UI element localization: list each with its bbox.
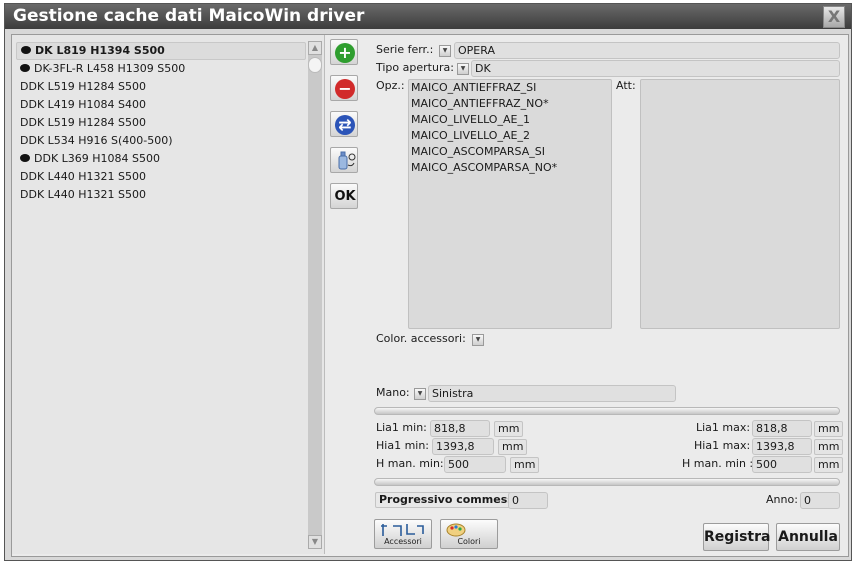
hman-max-unit: mm <box>814 457 844 473</box>
lia1-min-field[interactable]: 818,8 <box>430 420 490 437</box>
serie-label: Serie ferr.: <box>376 43 434 56</box>
att-label: Att: <box>616 79 636 92</box>
option-item[interactable]: MAICO_LIVELLO_AE_1 <box>409 112 611 128</box>
bullet-icon <box>20 154 30 162</box>
dialog-window: Gestione cache dati MaicoWin driver X DK… <box>4 3 852 561</box>
anno-label: Anno: <box>766 493 798 506</box>
registra-button[interactable]: Registra <box>703 523 770 551</box>
option-item[interactable]: MAICO_ANTIEFFRAZ_SI <box>409 80 611 96</box>
hia1-min-field[interactable]: 1393,8 <box>432 438 494 455</box>
option-item[interactable]: MAICO_ASCOMPARSA_SI <box>409 144 611 160</box>
list-item-label: DDK L534 H916 S(400-500) <box>20 134 173 147</box>
lia1-min-label: Lia1 min: <box>376 421 427 434</box>
list-item[interactable]: DDK L440 H1321 S500 <box>16 186 306 204</box>
options-items: MAICO_ANTIEFFRAZ_SI MAICO_ANTIEFFRAZ_NO* M… <box>409 80 611 176</box>
mano-dropdown-icon[interactable]: ▼ <box>414 388 426 400</box>
tipo-dropdown-icon[interactable]: ▼ <box>457 63 469 75</box>
hman-min-label: H man. min: <box>376 457 444 470</box>
list-item-label: DDK L440 H1321 S500 <box>20 170 147 183</box>
list-item-label: DDK L440 H1321 S500 <box>20 188 147 201</box>
dialog-body: DK L819 H1394 S500 DK-3FL-R L458 H1309 S5… <box>11 34 849 557</box>
hia1-min-unit: mm <box>498 439 528 455</box>
list-scrollbar[interactable]: ▲ ▼ <box>308 41 322 549</box>
separator-1 <box>374 407 840 415</box>
anno-field[interactable]: 0 <box>800 492 840 509</box>
serie-field[interactable]: OPERA <box>454 42 840 59</box>
lia1-min-unit: mm <box>494 421 524 437</box>
annulla-button[interactable]: Annulla <box>776 523 840 551</box>
mano-label: Mano: <box>376 386 410 399</box>
color-accessori-label: Color. accessori: <box>376 332 466 345</box>
list-item-label: DDK L369 H1084 S500 <box>34 152 161 165</box>
hman-max-field[interactable]: 500 <box>752 456 812 473</box>
bullet-icon <box>21 46 31 54</box>
scroll-thumb[interactable] <box>308 57 322 73</box>
hia1-max-field[interactable]: 1393,8 <box>752 438 812 455</box>
accessori-button[interactable]: Accessori <box>374 519 432 549</box>
option-item[interactable]: MAICO_LIVELLO_AE_2 <box>409 128 611 144</box>
serie-dropdown-icon[interactable]: ▼ <box>439 45 451 57</box>
cache-list-panel: DK L819 H1394 S500 DK-3FL-R L458 H1309 S5… <box>12 35 325 554</box>
window-title: Gestione cache dati MaicoWin driver <box>13 6 365 26</box>
plus-icon: + <box>335 43 355 63</box>
list-item[interactable]: DDK L419 H1084 S400 <box>16 96 306 114</box>
cache-list: DK L819 H1394 S500 DK-3FL-R L458 H1309 S5… <box>16 42 306 204</box>
list-item-label: DDK L419 H1084 S400 <box>20 98 147 111</box>
palette-icon <box>446 523 466 537</box>
accessori-label: Accessori <box>384 537 422 546</box>
list-item[interactable]: DDK L369 H1084 S500 <box>16 150 306 168</box>
scroll-up-arrow-icon[interactable]: ▲ <box>308 41 322 55</box>
hia1-max-label: Hia1 max: <box>694 439 751 452</box>
bottle-reset-icon <box>338 151 356 170</box>
color-accessori-dropdown-icon[interactable]: ▼ <box>472 334 484 346</box>
list-item[interactable]: DK-3FL-R L458 H1309 S500 <box>16 60 306 78</box>
list-item-label: DDK L519 H1284 S500 <box>20 80 147 93</box>
title-bar: Gestione cache dati MaicoWin driver X <box>5 4 851 29</box>
att-list[interactable] <box>640 79 840 329</box>
list-item[interactable]: DDK L519 H1284 S500 <box>16 78 306 96</box>
hia1-min-label: Hia1 min: <box>376 439 430 452</box>
scroll-down-arrow-icon[interactable]: ▼ <box>308 535 322 549</box>
colori-label: Colori <box>457 537 481 546</box>
tipo-apertura-label: Tipo apertura: <box>376 61 454 74</box>
hia1-max-unit: mm <box>814 439 844 455</box>
detail-panel: Serie ferr.: ▼ OPERA Tipo apertura: ▼ DK… <box>368 35 846 554</box>
hman-min-field[interactable]: 500 <box>444 456 506 473</box>
option-item[interactable]: MAICO_ANTIEFFRAZ_NO* <box>409 96 611 112</box>
swap-icon: ⇄ <box>335 115 355 135</box>
opz-label: Opz.: <box>376 79 405 92</box>
list-item[interactable]: DDK L519 H1284 S500 <box>16 114 306 132</box>
list-item-label: DK L819 H1394 S500 <box>35 44 165 57</box>
list-item[interactable]: DK L819 H1394 S500 <box>16 42 306 60</box>
remove-button[interactable]: − <box>330 75 358 101</box>
tipo-apertura-field[interactable]: DK <box>471 60 840 77</box>
mano-field[interactable]: Sinistra <box>428 385 676 402</box>
ok-button[interactable]: OK <box>330 183 358 209</box>
options-list[interactable]: MAICO_ANTIEFFRAZ_SI MAICO_ANTIEFFRAZ_NO* M… <box>408 79 612 329</box>
lia1-max-label: Lia1 max: <box>696 421 751 434</box>
bullet-icon <box>20 64 30 72</box>
list-item-label: DK-3FL-R L458 H1309 S500 <box>34 62 186 75</box>
colori-button[interactable]: Colori <box>440 519 498 549</box>
list-item[interactable]: DDK L534 H916 S(400-500) <box>16 132 306 150</box>
list-item[interactable]: DDK L440 H1321 S500 <box>16 168 306 186</box>
reset-button[interactable] <box>330 147 358 173</box>
ok-label: OK <box>334 189 356 204</box>
lia1-max-unit: mm <box>814 421 844 437</box>
progressivo-field[interactable]: 0 <box>508 492 548 509</box>
separator-2 <box>374 478 840 486</box>
lia1-max-field[interactable]: 818,8 <box>752 420 812 437</box>
progressivo-label: Progressivo commessa: <box>375 492 530 508</box>
list-item-label: DDK L519 H1284 S500 <box>20 116 147 129</box>
swap-button[interactable]: ⇄ <box>330 111 358 137</box>
fittings-icon <box>381 524 424 536</box>
hman-max-label: H man. min : <box>682 457 754 470</box>
hman-min-unit: mm <box>510 457 540 473</box>
option-item[interactable]: MAICO_ASCOMPARSA_NO* <box>409 160 611 176</box>
close-button[interactable]: X <box>823 6 845 28</box>
minus-icon: − <box>335 79 355 99</box>
add-button[interactable]: + <box>330 39 358 65</box>
